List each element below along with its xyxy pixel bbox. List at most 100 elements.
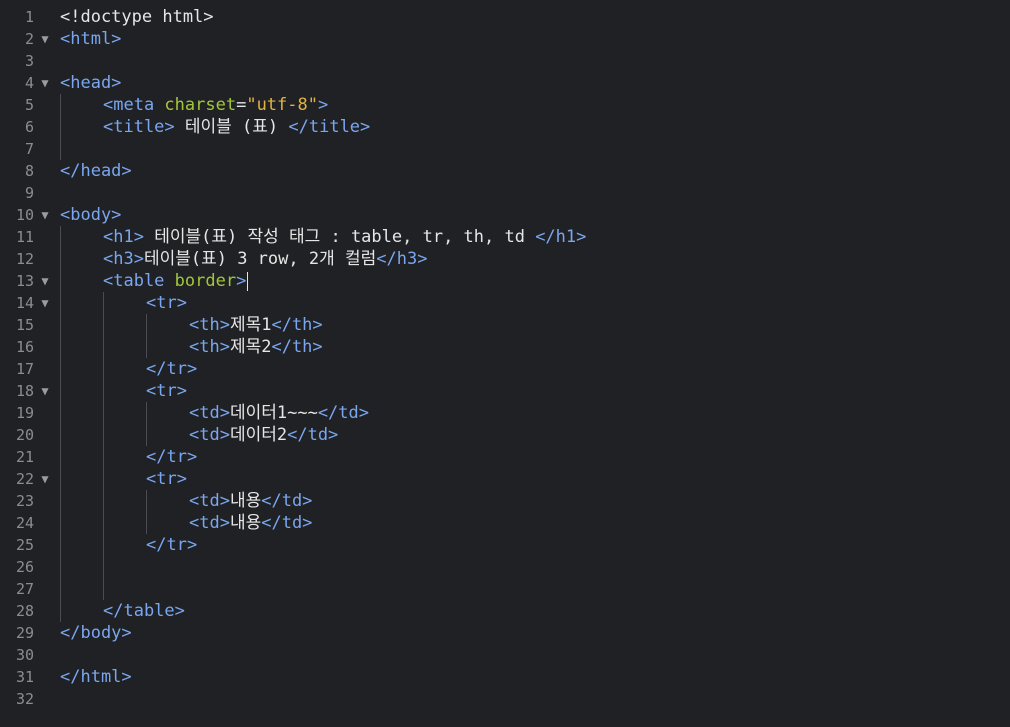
line-number: 15 bbox=[15, 316, 34, 334]
code-line[interactable]: 29 </body> bbox=[0, 622, 1010, 644]
code-line[interactable]: 3 bbox=[0, 50, 1010, 72]
code-line[interactable]: 19 <td>데이터1~~~</td> bbox=[0, 402, 1010, 424]
code-token-text: 내용 bbox=[229, 491, 262, 511]
line-number: 21 bbox=[15, 448, 34, 466]
line-number: 3 bbox=[24, 52, 34, 70]
code-line[interactable]: 22 ▼ <tr> bbox=[0, 468, 1010, 490]
code-content: <th>제목1</th> bbox=[189, 314, 323, 336]
line-number: 23 bbox=[15, 492, 34, 510]
code-token-tag: </h1> bbox=[535, 227, 587, 247]
code-line[interactable]: 20 <td>데이터2</td> bbox=[0, 424, 1010, 446]
code-token-tag: <tr> bbox=[146, 293, 187, 313]
code-line[interactable]: 17 </tr> bbox=[0, 358, 1010, 380]
code-line[interactable]: 5 <meta charset="utf-8"> bbox=[0, 94, 1010, 116]
code-token-text: 제목2 bbox=[229, 337, 272, 357]
fold-arrow-icon[interactable]: ▼ bbox=[39, 72, 51, 94]
code-token-tag: <tr> bbox=[146, 469, 187, 489]
code-line[interactable]: 6 <title> 테이블 (표) </title> bbox=[0, 116, 1010, 138]
line-number: 27 bbox=[15, 580, 34, 598]
code-content: <h3>테이블(표) 3 row, 2개 컬럼</h3> bbox=[103, 248, 427, 270]
fold-arrow-icon[interactable]: ▼ bbox=[39, 468, 51, 490]
code-line[interactable]: 1 <!doctype html> bbox=[0, 6, 1010, 28]
line-number: 24 bbox=[15, 514, 34, 532]
line-number: 30 bbox=[15, 646, 34, 664]
code-content: <tr> bbox=[146, 292, 187, 314]
code-token-tag: </html> bbox=[60, 667, 132, 687]
line-number: 7 bbox=[24, 140, 34, 158]
code-token-tag: </tr> bbox=[146, 535, 198, 555]
code-content: <table border> bbox=[103, 270, 246, 292]
code-line[interactable]: 32 bbox=[0, 688, 1010, 710]
code-line[interactable]: 26 bbox=[0, 556, 1010, 578]
code-token-tag: <th> bbox=[189, 337, 230, 357]
code-line[interactable]: 9 bbox=[0, 182, 1010, 204]
code-line[interactable]: 18 ▼ <tr> bbox=[0, 380, 1010, 402]
code-line[interactable]: 11 <h1> 테이블(표) 작성 태그 : table, tr, th, td … bbox=[0, 226, 1010, 248]
code-token-tag: </td> bbox=[287, 425, 339, 445]
code-line[interactable]: 28 </table> bbox=[0, 600, 1010, 622]
code-token-text: 데이터2 bbox=[229, 425, 288, 445]
code-token-tag: <td> bbox=[189, 513, 230, 533]
code-line[interactable]: 15 <th>제목1</th> bbox=[0, 314, 1010, 336]
code-line[interactable]: 4 ▼ <head> bbox=[0, 72, 1010, 94]
line-number: 32 bbox=[15, 690, 34, 708]
code-line[interactable]: 31 </html> bbox=[0, 666, 1010, 688]
code-line[interactable]: 2 ▼ <html> bbox=[0, 28, 1010, 50]
code-line[interactable]: 13 ▼ <table border> bbox=[0, 270, 1010, 292]
line-number: 11 bbox=[15, 228, 34, 246]
code-line[interactable]: 16 <th>제목2</th> bbox=[0, 336, 1010, 358]
code-token-attr: border bbox=[174, 271, 237, 291]
fold-arrow-icon[interactable]: ▼ bbox=[39, 204, 51, 226]
indent-guide bbox=[103, 292, 104, 600]
code-token-text: 데이터1~~~ bbox=[229, 403, 318, 423]
code-token-tag: </head> bbox=[60, 161, 132, 181]
code-content: <tr> bbox=[146, 468, 187, 490]
fold-arrow-icon[interactable]: ▼ bbox=[39, 28, 51, 50]
line-number: 6 bbox=[24, 118, 34, 136]
code-line[interactable]: 23 <td>내용</td> bbox=[0, 490, 1010, 512]
indent-guide bbox=[60, 94, 61, 160]
fold-arrow-icon[interactable]: ▼ bbox=[39, 292, 51, 314]
code-line[interactable]: 10 ▼ <body> bbox=[0, 204, 1010, 226]
code-token-tag: <td> bbox=[189, 425, 230, 445]
code-content: <html> bbox=[60, 28, 121, 50]
line-number: 4 bbox=[24, 74, 34, 92]
code-token-text: 제목1 bbox=[229, 315, 272, 335]
fold-arrow-icon[interactable]: ▼ bbox=[39, 270, 51, 292]
line-number: 20 bbox=[15, 426, 34, 444]
code-token-tag: <title> bbox=[103, 117, 175, 137]
code-line[interactable]: 7 bbox=[0, 138, 1010, 160]
line-number: 10 bbox=[15, 206, 34, 224]
code-line[interactable]: 8 </head> bbox=[0, 160, 1010, 182]
code-line[interactable]: 30 bbox=[0, 644, 1010, 666]
code-line[interactable]: 21 </tr> bbox=[0, 446, 1010, 468]
fold-arrow-icon[interactable]: ▼ bbox=[39, 380, 51, 402]
indent-guide bbox=[146, 490, 147, 534]
line-number: 22 bbox=[15, 470, 34, 488]
code-token-tag: <h1> bbox=[103, 227, 144, 247]
code-content: </table> bbox=[103, 600, 185, 622]
line-number: 19 bbox=[15, 404, 34, 422]
code-content: </tr> bbox=[146, 358, 197, 380]
code-token-tag: <td> bbox=[189, 403, 230, 423]
code-editor[interactable]: 1 <!doctype html> 2 ▼ <html> 3 4 ▼ <head> 5 <meta … bbox=[0, 0, 1010, 727]
code-line[interactable]: 24 <td>내용</td> bbox=[0, 512, 1010, 534]
code-line[interactable]: 27 bbox=[0, 578, 1010, 600]
code-token-punct: = bbox=[236, 95, 247, 115]
code-content: </html> bbox=[60, 666, 132, 688]
code-token-tag: <tr> bbox=[146, 381, 187, 401]
code-content: <td>내용</td> bbox=[189, 490, 312, 512]
code-token-doctype: <!doctype html> bbox=[60, 7, 214, 27]
code-line[interactable]: 25 </tr> bbox=[0, 534, 1010, 556]
code-line[interactable]: 14 ▼ <tr> bbox=[0, 292, 1010, 314]
code-content: <th>제목2</th> bbox=[189, 336, 323, 358]
line-number: 16 bbox=[15, 338, 34, 356]
code-token-tag: </title> bbox=[288, 117, 371, 137]
line-number: 28 bbox=[15, 602, 34, 620]
code-content: <h1> 테이블(표) 작성 태그 : table, tr, th, td </… bbox=[103, 226, 586, 248]
line-number: 25 bbox=[15, 536, 34, 554]
code-token-tag: </tr> bbox=[146, 359, 198, 379]
code-token-tag: <body> bbox=[60, 205, 122, 225]
code-token-tag: </tr> bbox=[146, 447, 198, 467]
code-line[interactable]: 12 <h3>테이블(표) 3 row, 2개 컬럼</h3> bbox=[0, 248, 1010, 270]
